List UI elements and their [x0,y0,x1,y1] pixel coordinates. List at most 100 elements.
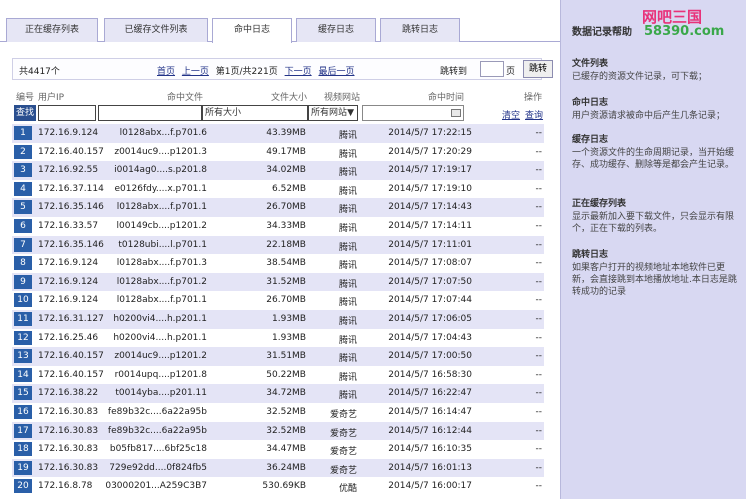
cell-op: -- [535,239,543,250]
cell-file: fe89b32c....6a22a95b [107,425,207,436]
sidebar-title: 数据记录帮助 [572,27,632,38]
table-row[interactable]: 16 172.16.30.83 fe89b32c....6a22a95b 32.52M… [12,402,544,422]
help-section-desc: 显示最新加入要下载文件，只会显示有限个，正在下载的列表。 [572,212,735,234]
cell-ip: 172.16.33.57 [38,220,99,231]
row-index-badge: 17 [14,423,32,438]
table-row[interactable]: 5 172.16.35.146 l0128abx....f.p701.1 26.70M… [12,198,544,217]
row-index-badge: 10 [14,293,32,308]
cell-time: 2014/5/7 16:00:17 [388,481,472,492]
first-page-link[interactable]: 首页 [157,67,175,77]
ip-filter-input[interactable] [38,105,96,121]
table-row[interactable]: 10 172.16.9.124 l0128abx....f.p701.1 26.70M… [12,291,544,310]
jump-button[interactable]: 跳转 [523,60,553,78]
row-index-badge: 18 [14,442,32,457]
cell-op: -- [535,202,543,213]
table-row[interactable]: 17 172.16.30.83 fe89b32c....6a22a95b 32.52M… [12,421,544,441]
table-row[interactable]: 8 172.16.9.124 l0128abx....f.p701.3 38.54MB… [12,254,544,273]
tab-hit-log[interactable]: 命中日志 [212,18,292,43]
table-header: 编号 用户IP 命中文件 文件大小 视频网站 命中时间 操作 [12,88,544,104]
cell-file: l0128abx....f.p701.1 [116,295,207,306]
cell-file: i0014ag0....s.p201.8 [114,165,207,176]
help-section-redirect-log: 跳转日志 如果客户打开的视频地址本地软件已更新，会直接跳到本地播放地址.本日志是… [572,247,742,298]
cell-file: z0014uc9....p1201.3 [114,146,207,157]
help-section-caching-list: 正在缓存列表 显示最新加入要下载文件，只会显示有限个，正在下载的列表。 [572,196,742,235]
cell-site: 优酷 [338,484,357,495]
tab-cached-files[interactable]: 已缓存文件列表 [104,18,208,42]
table-row[interactable]: 15 172.16.38.22 t0014yba....p201.11 34.72MB… [12,384,544,403]
cell-site: 腾讯 [338,261,357,272]
cell-site: 爱奇艺 [329,428,357,439]
cell-time: 2014/5/7 16:01:13 [388,462,472,473]
query-button[interactable]: 查找 [14,105,36,121]
col-time: 命中时间 [428,93,465,103]
col-op: 操作 [524,93,543,103]
site-filter-select[interactable]: 所有网站 ▼ [308,105,358,121]
row-index-badge: 1 [14,126,32,140]
size-filter-select[interactable]: 所有大小 [202,105,308,121]
cell-op: -- [535,462,543,473]
cell-op: -- [535,332,543,343]
cell-site: 爱奇艺 [329,465,357,476]
help-sidebar: 数据记录帮助 文件列表 已缓存的资源文件记录，可下载； 命中日志 用户资源请求被… [560,0,746,499]
table-row[interactable]: 9 172.16.9.124 l0128abx....f.p701.2 31.52MB… [12,272,544,292]
calendar-icon[interactable] [451,109,461,117]
row-index-badge: 15 [14,386,32,401]
date-filter-input[interactable] [362,105,464,121]
table-row[interactable]: 18 172.16.30.83 b05fb817....6bf25c18 34.47M… [12,440,544,459]
table-row[interactable]: 12 172.16.25.46 h0200vi4....h.p201.1 1.93MB… [12,328,544,348]
clear-link[interactable]: 清空 [502,108,520,121]
table-row[interactable]: 4 172.16.37.114 e0126fdy....x.p701.1 6.52MB… [12,179,544,199]
table-row[interactable]: 19 172.16.30.83 729e92dd....0f824fb5 36.24M… [12,458,544,478]
cell-file: z0014uc9....p1201.2 [114,351,207,362]
help-section-file-list: 文件列表 已缓存的资源文件记录，可下载； [572,56,742,83]
table-row[interactable]: 11 172.16.31.127 h0200vi4....h.p201.1 1.93M… [12,309,544,329]
cell-op: -- [535,313,543,324]
cell-op: -- [535,295,543,306]
tab-redirect-log[interactable]: 跳转日志 [380,18,460,42]
col-site: 视频网站 [324,93,361,103]
help-section-hit-log: 命中日志 用户资源请求被命中后产生几条记录； [572,95,742,122]
cell-op: -- [535,165,543,176]
cell-site: 腾讯 [338,168,357,179]
table-row[interactable]: 20 172.16.8.78 03000201...A259C3B7 530.69KB… [12,477,544,496]
table-row[interactable]: 14 172.16.40.157 r0014upq....p1201.8 50.22M… [12,365,544,385]
logo-subtext: 58390.com [644,24,725,39]
cell-ip: 172.16.92.55 [38,165,99,176]
table-row[interactable]: 2 172.16.40.157 z0014uc9....p1201.3 49.17MB… [12,142,544,162]
cell-time: 2014/5/7 17:22:15 [388,128,472,138]
cell-time: 2014/5/7 17:20:29 [388,146,472,157]
file-filter-input[interactable] [98,105,202,121]
next-page-link[interactable]: 下一页 [285,67,312,77]
cell-size: 49.17MB [266,146,306,157]
jump-page-input[interactable] [480,61,504,77]
tab-bar: 正在缓存列表 已缓存文件列表 命中日志 缓存日志 跳转日志 [0,18,560,43]
cell-ip: 172.16.31.127 [38,313,104,324]
last-page-link[interactable]: 最后一页 [318,67,354,77]
cell-time: 2014/5/7 17:08:07 [388,258,472,269]
cell-size: 1.93MB [272,332,306,343]
cell-ip: 172.16.25.46 [38,332,99,343]
search-link[interactable]: 查询 [525,108,543,121]
cell-site: 腾讯 [338,149,357,160]
table-row[interactable]: 1 172.16.9.124 l0128abx...f.p701.6 43.39MB 腾… [12,124,544,143]
cell-file: b05fb817....6bf25c18 [109,444,207,455]
cell-size: 36.24MB [266,462,306,473]
cell-ip: 172.16.35.146 [38,202,104,213]
table-row[interactable]: 7 172.16.35.146 t0128ubi....l.p701.1 22.18M… [12,235,544,255]
cell-size: 26.70MB [266,295,306,306]
cell-size: 34.72MB [266,388,306,399]
table-row[interactable]: 3 172.16.92.55 i0014ag0....s.p201.8 34.02MB… [12,161,544,180]
cell-size: 1.93MB [272,313,306,324]
cell-op: -- [535,128,543,138]
tab-cache-log[interactable]: 缓存日志 [296,18,376,42]
cell-size: 50.22MB [266,369,306,380]
tab-caching-list[interactable]: 正在缓存列表 [6,18,98,42]
row-index-badge: 19 [14,460,32,475]
row-index-badge: 2 [14,144,32,159]
pager-bar: 共4417个 首页 上一页 第1页/共221页 下一页 最后一页 跳转到 页 跳… [12,58,553,80]
row-index-badge: 6 [14,218,32,233]
cell-ip: 172.16.30.83 [38,406,99,417]
prev-page-link[interactable]: 上一页 [182,67,209,77]
table-row[interactable]: 13 172.16.40.157 z0014uc9....p1201.2 31.51M… [12,347,544,366]
table-row[interactable]: 6 172.16.33.57 l00149cb....p1201.2 34.33MB 腾… [12,216,544,236]
